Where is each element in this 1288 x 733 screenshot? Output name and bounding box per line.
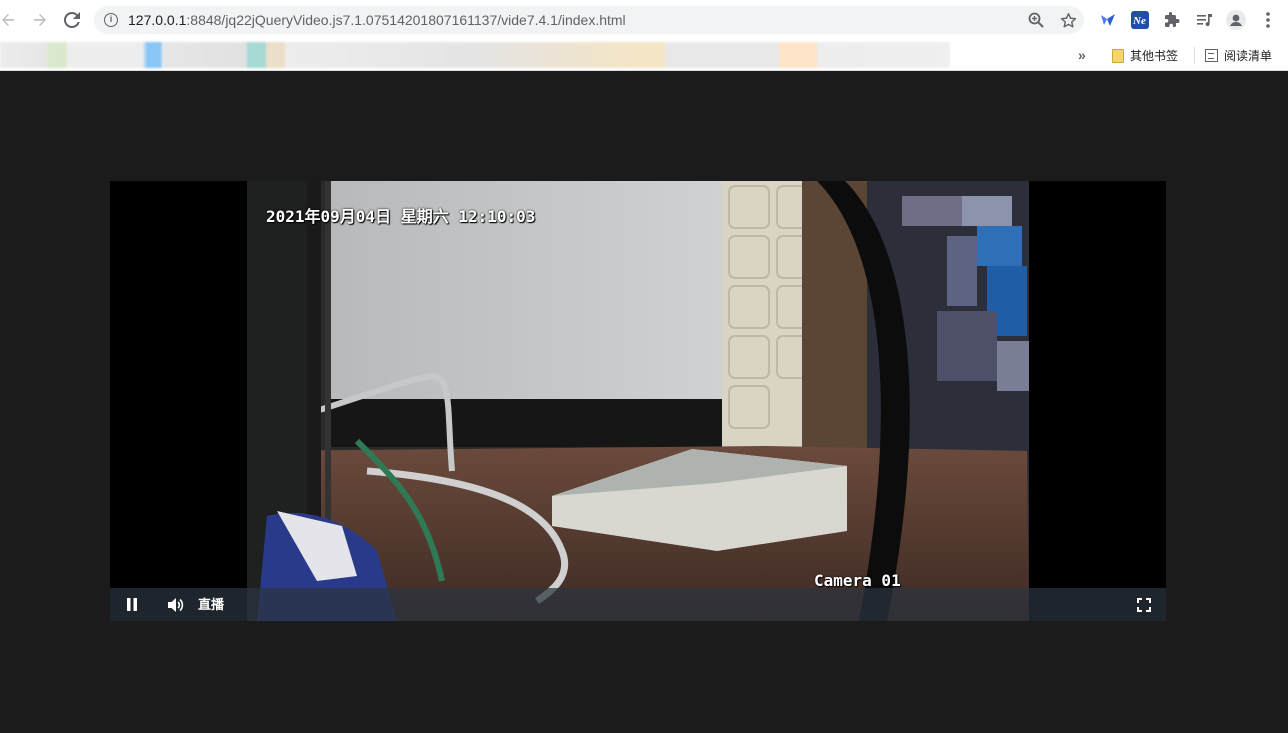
reading-list-label: 阅读清单 xyxy=(1224,49,1273,63)
video-player[interactable]: 2021年09月04日 星期六 12:10:03 Camera 01 直播 xyxy=(110,181,1166,621)
bookmarks-bar: » 其他书签 阅读清单 xyxy=(0,40,1288,71)
svg-text:Ne: Ne xyxy=(1132,15,1146,27)
volume-icon[interactable] xyxy=(164,588,188,621)
menu-icon[interactable] xyxy=(1256,8,1280,32)
puzzle-icon[interactable] xyxy=(1160,8,1184,32)
bookmarks-overflow-button[interactable]: » xyxy=(1078,40,1086,71)
osd-datetime: 2021年09月04日 星期六 12:10:03 xyxy=(266,207,536,226)
profile-icon[interactable] xyxy=(1224,8,1248,32)
other-bookmarks-label: 其他书签 xyxy=(1130,49,1179,63)
reading-list-button[interactable]: 阅读清单 xyxy=(1205,40,1272,71)
info-icon[interactable]: i xyxy=(104,13,118,27)
extension-2-icon[interactable]: Ne xyxy=(1128,8,1152,32)
blurred-bookmarks xyxy=(0,42,950,68)
back-icon[interactable] xyxy=(0,8,20,32)
address-bar[interactable]: i 127.0.0.1:8848/jq22jQueryVideo.js7.1.0… xyxy=(94,6,1084,34)
fullscreen-icon[interactable] xyxy=(1132,588,1156,621)
url-host: 127.0.0.1 xyxy=(128,12,187,28)
video-frame[interactable] xyxy=(247,181,1029,621)
media-icon[interactable] xyxy=(1192,8,1216,32)
url-path: :8848/jq22jQueryVideo.js7.1.075142018071… xyxy=(186,12,626,28)
reload-icon[interactable] xyxy=(60,8,84,32)
extension-1-icon[interactable] xyxy=(1096,8,1120,32)
forward-icon[interactable] xyxy=(28,8,52,32)
camera-feed-image xyxy=(247,181,1029,621)
zoom-icon[interactable] xyxy=(1026,10,1046,30)
star-icon[interactable] xyxy=(1058,10,1078,30)
folder-icon xyxy=(1112,48,1124,63)
reading-list-icon xyxy=(1205,49,1218,62)
pause-icon[interactable] xyxy=(120,588,144,621)
url-text[interactable]: 127.0.0.1:8848/jq22jQueryVideo.js7.1.075… xyxy=(128,6,626,34)
video-control-bar: 直播 xyxy=(110,588,1166,621)
live-label: 直播 xyxy=(198,597,225,612)
other-bookmarks-folder[interactable]: 其他书签 xyxy=(1112,40,1178,71)
bookmarks-divider xyxy=(1194,47,1195,64)
browser-toolbar: i 127.0.0.1:8848/jq22jQueryVideo.js7.1.0… xyxy=(0,0,1288,40)
